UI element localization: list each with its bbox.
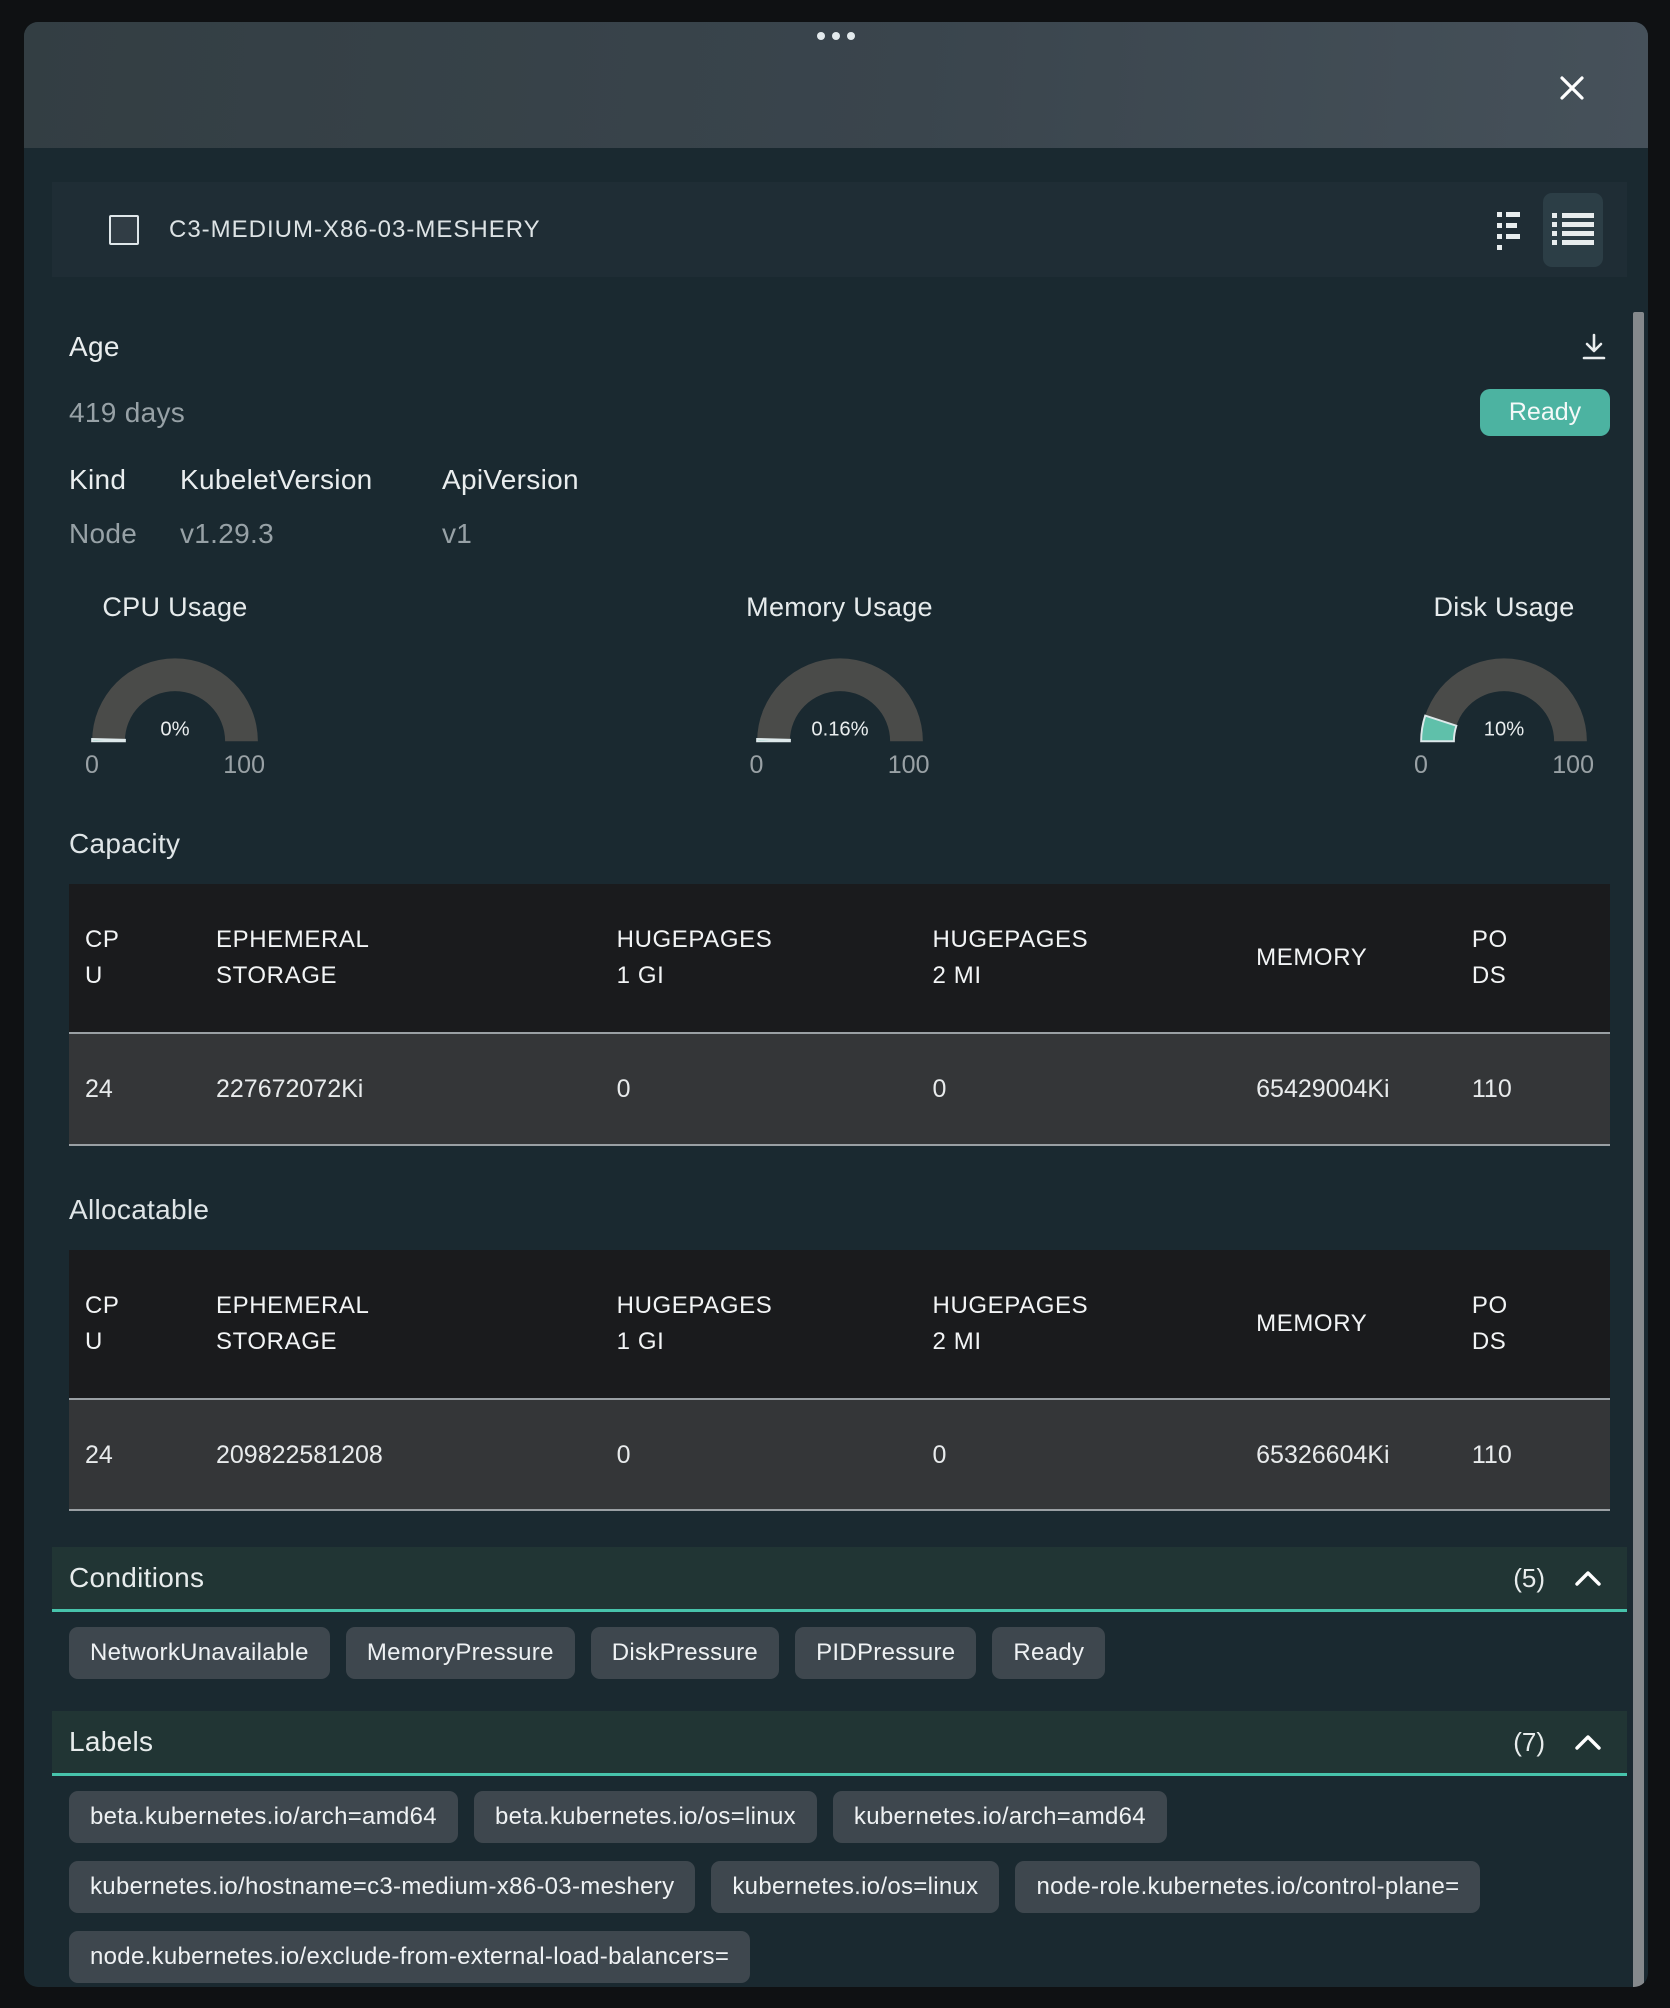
gauge-min-label: 0 — [1414, 751, 1428, 780]
gauge-arc: 0% — [69, 641, 281, 749]
condition-chip[interactable]: MemoryPressure — [346, 1627, 575, 1679]
cell-pods: 110 — [1472, 1437, 1512, 1473]
modal-body: C3-MEDIUM-X86-03-MESHERY — [24, 182, 1648, 1987]
meta-label-apiversion: ApiVersion — [442, 464, 1610, 496]
labels-chip-list: beta.kubernetes.io/arch=amd64 beta.kubern… — [69, 1791, 1610, 1983]
column-header: MEMORY — [1256, 940, 1367, 976]
condition-chip[interactable]: Ready — [992, 1627, 1105, 1679]
column-header: HUGEPAGES 2 MI — [933, 1288, 1093, 1360]
list-view-icon[interactable] — [1543, 193, 1603, 267]
column-header: CPU — [85, 922, 121, 994]
cell-memory: 65326604Ki — [1256, 1437, 1389, 1473]
condition-chip[interactable]: PIDPressure — [795, 1627, 976, 1679]
cell-cpu: 24 — [85, 1437, 113, 1473]
column-header: EPHEMERAL STORAGE — [216, 922, 349, 994]
cell-ephemeral-storage: 227672072Ki — [216, 1071, 363, 1107]
label-chip[interactable]: kubernetes.io/arch=amd64 — [833, 1791, 1167, 1843]
meta-value-kubeletversion: v1.29.3 — [180, 518, 442, 550]
column-header: CPU — [85, 1288, 121, 1360]
cpu-usage-gauge: CPU Usage 0% 0 100 — [69, 592, 281, 780]
gauge-title: Disk Usage — [1398, 592, 1610, 623]
label-chip[interactable]: kubernetes.io/hostname=c3-medium-x86-03-… — [69, 1861, 695, 1913]
gauge-arc: 0.16% — [734, 641, 946, 749]
labels-title: Labels — [69, 1726, 153, 1758]
table-header-row: CPU EPHEMERAL STORAGE HUGEPAGES 1 GI HUG… — [69, 1250, 1610, 1399]
label-chip[interactable]: beta.kubernetes.io/arch=amd64 — [69, 1791, 458, 1843]
column-header: HUGEPAGES 2 MI — [933, 922, 1093, 994]
conditions-count: (5) — [1513, 1563, 1545, 1594]
capacity-title: Capacity — [69, 828, 1610, 860]
gauge-max-label: 100 — [1552, 751, 1594, 780]
svg-text:0%: 0% — [160, 718, 189, 740]
gauge-min-label: 0 — [85, 751, 99, 780]
node-title: C3-MEDIUM-X86-03-MESHERY — [169, 216, 541, 244]
memory-usage-gauge: Memory Usage 0.16% 0 100 — [734, 592, 946, 780]
table-header-row: CPU EPHEMERAL STORAGE HUGEPAGES 1 GI HUG… — [69, 884, 1610, 1033]
compact-view-icon[interactable] — [1497, 210, 1521, 250]
meta-value-kind: Node — [69, 518, 180, 550]
condition-chip[interactable]: NetworkUnavailable — [69, 1627, 330, 1679]
cell-hugepages-1gi: 0 — [617, 1071, 631, 1107]
meta-label-kubeletversion: KubeletVersion — [180, 464, 442, 496]
cell-memory: 65429004Ki — [1256, 1071, 1389, 1107]
labels-section-header[interactable]: Labels (7) — [52, 1711, 1627, 1776]
modal-header — [24, 22, 1648, 148]
cell-ephemeral-storage: 209822581208 — [216, 1437, 383, 1473]
column-header: PODS — [1472, 1288, 1523, 1360]
labels-count: (7) — [1513, 1727, 1545, 1758]
cell-pods: 110 — [1472, 1071, 1512, 1107]
column-header: EPHEMERAL STORAGE — [216, 1288, 349, 1360]
scrollbar-thumb[interactable] — [1633, 312, 1644, 1987]
label-chip[interactable]: beta.kubernetes.io/os=linux — [474, 1791, 817, 1843]
disk-usage-gauge: Disk Usage 10% 0 100 — [1398, 592, 1610, 780]
cell-hugepages-2mi: 0 — [933, 1437, 947, 1473]
status-badge: Ready — [1480, 389, 1610, 436]
column-header: HUGEPAGES 1 GI — [617, 922, 777, 994]
table-row: 24 227672072Ki 0 0 65429004Ki 110 — [69, 1033, 1610, 1145]
node-checkbox[interactable] — [109, 215, 139, 245]
label-chip[interactable]: node.kubernetes.io/exclude-from-external… — [69, 1931, 750, 1983]
column-header: MEMORY — [1256, 1306, 1367, 1342]
column-header: HUGEPAGES 1 GI — [617, 1288, 777, 1360]
page-backdrop: { "node_card": { "title": "C3-MEDIUM-X86… — [0, 0, 1670, 2008]
capacity-table: CPU EPHEMERAL STORAGE HUGEPAGES 1 GI HUG… — [69, 884, 1610, 1146]
conditions-chip-list: NetworkUnavailable MemoryPressure DiskPres… — [69, 1627, 1610, 1679]
allocatable-title: Allocatable — [69, 1194, 1610, 1226]
conditions-section-header[interactable]: Conditions (5) — [52, 1547, 1627, 1612]
chevron-up-icon[interactable] — [1575, 1570, 1601, 1586]
cell-hugepages-1gi: 0 — [617, 1437, 631, 1473]
usage-gauges: CPU Usage 0% 0 100 Memory Usage 0.16% 0 … — [69, 592, 1610, 780]
conditions-title: Conditions — [69, 1562, 204, 1594]
age-value: 419 days — [69, 397, 185, 429]
gauge-arc: 10% — [1398, 641, 1610, 749]
node-card-header: C3-MEDIUM-X86-03-MESHERY — [52, 182, 1627, 277]
node-meta: Kind KubeletVersion ApiVersion Node v1.2… — [69, 464, 1610, 550]
node-details-modal: C3-MEDIUM-X86-03-MESHERY — [24, 22, 1648, 1987]
label-chip[interactable]: kubernetes.io/os=linux — [711, 1861, 999, 1913]
gauge-min-label: 0 — [750, 751, 764, 780]
gauge-max-label: 100 — [888, 751, 930, 780]
allocatable-table: CPU EPHEMERAL STORAGE HUGEPAGES 1 GI HUG… — [69, 1250, 1610, 1512]
meta-value-apiversion: v1 — [442, 518, 1610, 550]
condition-chip[interactable]: DiskPressure — [591, 1627, 779, 1679]
table-row: 24 209822581208 0 0 65326604Ki 110 — [69, 1399, 1610, 1511]
download-icon[interactable] — [1578, 331, 1610, 363]
close-icon[interactable] — [1554, 70, 1590, 106]
drag-handle-dots-icon[interactable] — [817, 32, 855, 40]
meta-label-kind: Kind — [69, 464, 180, 496]
cell-cpu: 24 — [85, 1071, 113, 1107]
svg-text:0.16%: 0.16% — [811, 718, 868, 740]
column-header: PODS — [1472, 922, 1523, 994]
cell-hugepages-2mi: 0 — [933, 1071, 947, 1107]
gauge-max-label: 100 — [223, 751, 265, 780]
svg-text:10%: 10% — [1484, 718, 1524, 740]
chevron-up-icon[interactable] — [1575, 1734, 1601, 1750]
age-label: Age — [69, 331, 120, 363]
label-chip[interactable]: node-role.kubernetes.io/control-plane= — [1015, 1861, 1480, 1913]
gauge-title: CPU Usage — [69, 592, 281, 623]
gauge-title: Memory Usage — [734, 592, 946, 623]
